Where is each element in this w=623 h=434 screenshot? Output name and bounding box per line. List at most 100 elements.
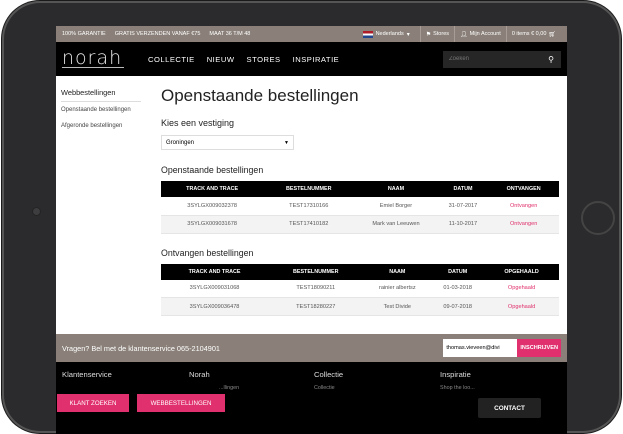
norah-logo[interactable]: norah xyxy=(62,49,124,68)
col-track: TRACK AND TRACE xyxy=(161,263,269,280)
customer-name: Test Divide xyxy=(363,297,432,316)
usp-shipping: GRATIS VERZENDEN VANAF €75 xyxy=(114,31,201,37)
customer-name: Emiel Borger xyxy=(354,197,438,216)
customer-name: rainier albertsz xyxy=(363,279,432,298)
footer-col-title[interactable]: Inspiratie xyxy=(440,370,475,379)
order-date: 31-07-2017 xyxy=(437,197,489,216)
search-box: ⚲ xyxy=(443,50,561,68)
open-orders-title: Openstaande bestellingen xyxy=(161,165,264,175)
table-row: 3SYLGX009031068 TEST18090211 rainier alb… xyxy=(161,279,559,298)
footer-col-link[interactable]: ...llingen xyxy=(219,385,239,391)
klant-zoeken-button[interactable]: KLANT ZOEKEN xyxy=(57,394,129,412)
received-link[interactable]: Ontvangen xyxy=(488,215,559,234)
col-track: TRACK AND TRACE xyxy=(161,181,264,197)
store-select-value: Groningen xyxy=(166,139,195,146)
order-number: TEST17310166 xyxy=(263,197,355,216)
footer-col-collection: Collectie Collectie xyxy=(314,370,343,391)
received-orders-title: Ontvangen bestellingen xyxy=(161,247,254,258)
order-number: TEST18280227 xyxy=(268,297,364,316)
order-date: 11-10-2017 xyxy=(437,215,489,234)
header: norah COLLECTIE NIEUW STORES INSPIRATIE … xyxy=(56,42,567,76)
col-name: NAAM xyxy=(354,181,438,197)
footer: Klantenservice Norah ...llingen Collecti… xyxy=(56,362,567,434)
usp-sizes: MAAT 36 T/M 48 xyxy=(209,31,251,37)
nav-nieuw[interactable]: NIEUW xyxy=(207,55,235,64)
flag-icon: ⚑ xyxy=(425,31,432,38)
track-code: 3SYLGX009032378 xyxy=(161,197,264,216)
user-icon: 👤︎ xyxy=(460,31,468,38)
picked-up-link[interactable]: Opgehaald xyxy=(484,279,559,298)
cart-label: 0 items € 0,00 xyxy=(511,31,547,37)
cart-icon: 🛒︎ xyxy=(548,31,556,38)
footer-col-title[interactable]: Collectie xyxy=(314,370,343,379)
caret-down-icon: ▾ xyxy=(406,31,410,38)
search-icon[interactable]: ⚲ xyxy=(541,55,561,64)
main-nav: COLLECTIE NIEUW STORES INSPIRATIE xyxy=(148,55,339,64)
webbestellingen-button[interactable]: WEBBESTELLINGEN xyxy=(137,394,225,412)
footer-col-service: Klantenservice xyxy=(62,370,112,379)
language-selector[interactable]: Nederlands ▾ xyxy=(362,30,410,38)
chevron-down-icon: ▼ xyxy=(284,139,289,146)
order-number: TEST17410182 xyxy=(263,215,355,234)
col-received: ONTVANGEN xyxy=(488,181,559,197)
table-header-row: TRACK AND TRACE BESTELNUMMER NAAM DATUM … xyxy=(161,263,559,280)
footer-col-inspiration: Inspiratie Shop the loo... xyxy=(440,370,475,391)
col-ordernumber: BESTELNUMMER xyxy=(263,181,355,197)
screen: 100% GARANTIE GRATIS VERZENDEN VANAF €75… xyxy=(56,26,567,434)
service-text: Vragen? Bel met de klantenservice 065-21… xyxy=(62,343,220,353)
stores-link[interactable]: ⚑ Stores xyxy=(419,26,454,42)
newsletter-bar: Vragen? Bel met de klantenservice 065-21… xyxy=(56,334,567,362)
home-button[interactable] xyxy=(581,201,615,235)
table-row: 3SYLGX009031678 TEST17410182 Mark van Le… xyxy=(161,215,559,234)
order-date: 09-07-2018 xyxy=(431,297,485,316)
track-code: 3SYLGX009031068 xyxy=(161,279,269,298)
account-label: Mijn Account xyxy=(469,31,501,37)
footer-col-title[interactable]: Klantenservice xyxy=(62,370,112,379)
col-ordernumber: BESTELNUMMER xyxy=(268,263,364,280)
store-select[interactable]: Groningen ▼ xyxy=(161,135,294,150)
dutch-flag-icon xyxy=(362,30,373,38)
col-date: DATUM xyxy=(437,181,489,197)
col-date: DATUM xyxy=(431,263,485,280)
sidebar-item-completed[interactable]: Afgeronde bestellingen xyxy=(61,123,144,129)
nav-stores[interactable]: STORES xyxy=(247,55,281,64)
footer-col-title[interactable]: Norah xyxy=(189,370,239,379)
nav-inspiratie[interactable]: INSPIRATIE xyxy=(293,55,340,64)
sidebar-title: Webbestellingen xyxy=(61,88,141,102)
content: Openstaande bestellingen Kies een vestig… xyxy=(144,76,567,334)
footer-col-norah: Norah ...llingen xyxy=(189,370,239,391)
order-date: 01-03-2018 xyxy=(431,279,485,298)
language-label: Nederlands xyxy=(375,31,404,37)
footer-col-link[interactable]: Collectie xyxy=(314,385,343,391)
open-orders-table: TRACK AND TRACE BESTELNUMMER NAAM DATUM … xyxy=(161,181,559,234)
table-header-row: TRACK AND TRACE BESTELNUMMER NAAM DATUM … xyxy=(161,181,559,197)
contact-button[interactable]: CONTACT xyxy=(478,398,541,418)
footer-col-link[interactable]: Shop the loo... xyxy=(440,385,475,391)
table-row: 3SYLGX009036478 TEST18280227 Test Divide… xyxy=(161,297,559,316)
col-name: NAAM xyxy=(363,263,432,280)
newsletter-email-input[interactable] xyxy=(443,339,518,357)
track-code: 3SYLGX009031678 xyxy=(161,215,264,234)
customer-name: Mark van Leeuwen xyxy=(354,215,438,234)
main-area: Webbestellingen Openstaande bestellingen… xyxy=(56,76,567,334)
table-row: 3SYLGX009032378 TEST17310166 Emiel Borge… xyxy=(161,197,559,216)
top-bar: 100% GARANTIE GRATIS VERZENDEN VANAF €75… xyxy=(56,26,567,42)
account-link[interactable]: 👤︎ Mijn Account xyxy=(454,26,506,42)
sidebar: Webbestellingen Openstaande bestellingen… xyxy=(56,76,144,334)
sidebar-item-open[interactable]: Openstaande bestellingen xyxy=(61,107,144,113)
usp-guarantee: 100% GARANTIE xyxy=(62,31,106,37)
received-orders-table: TRACK AND TRACE BESTELNUMMER NAAM DATUM … xyxy=(161,263,559,316)
stores-label: Stores xyxy=(433,31,450,37)
cart-link[interactable]: 0 items € 0,00 🛒︎ xyxy=(505,26,561,42)
search-input[interactable] xyxy=(449,56,541,62)
store-select-label: Kies een vestiging xyxy=(161,118,235,128)
received-link[interactable]: Ontvangen xyxy=(488,197,559,216)
col-picked-up: OPGEHAALD xyxy=(484,263,559,280)
picked-up-link[interactable]: Opgehaald xyxy=(484,297,559,316)
nav-collectie[interactable]: COLLECTIE xyxy=(148,55,195,64)
subscribe-button[interactable]: INSCHRIJVEN xyxy=(517,339,561,357)
order-number: TEST18090211 xyxy=(268,279,364,298)
track-code: 3SYLGX009036478 xyxy=(161,297,269,316)
camera-dot xyxy=(32,207,41,216)
page-title: Openstaande bestellingen xyxy=(161,86,359,105)
